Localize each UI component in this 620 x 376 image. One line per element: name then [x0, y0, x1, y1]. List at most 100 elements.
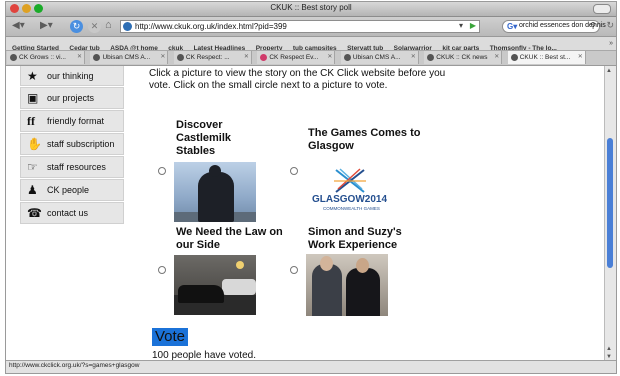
bookmark-item[interactable]: ckuk: [168, 42, 183, 50]
home-icon[interactable]: ⌂: [105, 19, 112, 31]
tab-label: CK Respect: ...: [185, 54, 230, 61]
url-dropdown-icon[interactable]: ▾: [459, 21, 463, 30]
tab-close-icon[interactable]: ✕: [77, 51, 82, 64]
saltire-logo-icon: [334, 168, 366, 193]
logo-subtext: COMMONWEALTH GAMES: [323, 206, 380, 211]
sidebar-item-staff-resources[interactable]: ☞ staff resources: [20, 156, 124, 178]
tab-favicon-icon: [510, 54, 518, 61]
back-arrow-icon[interactable]: ◀▾: [12, 20, 25, 32]
vote-radio-2[interactable]: [290, 167, 298, 175]
bookmark-item[interactable]: Property: [256, 42, 283, 50]
scroll-up-icon[interactable]: ▲: [606, 68, 612, 74]
sidebar-item-staff-subscription[interactable]: ✋ staff subscription: [20, 133, 124, 155]
tab-bar: CK Grows :: vi... ✕ Ubisan CMS A... ✕ CK R…: [6, 51, 616, 66]
browser-tab[interactable]: Ubisan CMS A... ✕: [340, 51, 419, 64]
search-engine-icon[interactable]: G▾: [507, 22, 517, 31]
tab-close-icon[interactable]: ✕: [244, 51, 249, 64]
vote-radio-4[interactable]: [290, 266, 298, 274]
sidebar-item-our-projects[interactable]: ▣ our projects: [20, 87, 124, 109]
vertical-scrollbar[interactable]: ▲ ▲ ▼: [604, 66, 616, 362]
status-bar: http://www.ckclick.org.uk/?s=games+glasg…: [6, 360, 616, 373]
vote-radio-3[interactable]: [158, 266, 166, 274]
bookmark-item[interactable]: kit car parts: [442, 42, 479, 50]
url-text: http://www.ckuk.org.uk/index.html?pid=39…: [135, 22, 287, 31]
tab-close-icon[interactable]: ✕: [494, 51, 499, 64]
title-bar: CKUK :: Best story poll: [6, 2, 616, 17]
reload-icon[interactable]: ↻: [70, 20, 83, 33]
search-bar[interactable]: G▾ orchid essences don dennis ⚲: [502, 20, 606, 33]
telephone-icon: ☎: [27, 206, 42, 220]
tab-favicon-icon: [343, 54, 351, 61]
site-favicon-icon: [123, 22, 132, 31]
sidebar-item-label: contact us: [47, 208, 89, 218]
bookmark-item[interactable]: Latest Headlines: [194, 42, 246, 50]
sidebar-item-label: friendly format: [47, 116, 105, 126]
tab-close-icon[interactable]: ✕: [160, 51, 165, 64]
bookmark-item[interactable]: Cedar tub: [69, 42, 99, 50]
bookmark-item[interactable]: Getting Started: [12, 42, 59, 50]
browser-window: CKUK :: Best story poll ◀▾ ▶▾ ↻ ✕ ⌂ http…: [5, 1, 617, 374]
tab-favicon-icon: [10, 54, 17, 61]
tab-label: CK Respect Ev...: [269, 54, 319, 61]
subscription-hand-icon: ✋: [27, 137, 42, 151]
vote-button[interactable]: Vote: [152, 328, 189, 346]
tab-close-icon[interactable]: ✕: [578, 51, 583, 64]
ff-letters-icon: ff: [27, 114, 35, 128]
browser-tab[interactable]: CK Respect: ... ✕: [173, 51, 252, 64]
tab-label: CKUK :: CK news: [436, 54, 488, 61]
sidebar-item-contact-us[interactable]: ☎ contact us: [20, 202, 124, 224]
window-title: CKUK :: Best story poll: [270, 3, 352, 12]
bookmark-item[interactable]: ASDA @t home: [110, 42, 158, 50]
vote-radio-1[interactable]: [158, 167, 166, 175]
tab-close-icon[interactable]: ✕: [411, 51, 416, 64]
toolbar-toggle-button[interactable]: [593, 4, 611, 14]
tab-favicon-icon: [176, 54, 184, 61]
tab-label: Ubisan CMS A...: [102, 54, 151, 61]
scroll-up-icon[interactable]: ▲: [606, 346, 612, 352]
forward-arrow-icon[interactable]: ▶▾: [40, 20, 53, 32]
sidebar-item-friendly-format[interactable]: ff friendly format: [20, 110, 124, 132]
sidebar-item-label: our thinking: [47, 71, 94, 81]
browser-tab[interactable]: CK Grows :: vi... ✕: [7, 51, 85, 64]
sidebar-nav: ★ our thinking ▣ our projects ff friendl…: [20, 66, 124, 225]
tab-favicon-icon: [260, 54, 268, 61]
browser-tab[interactable]: CK Respect Ev... ✕: [257, 51, 336, 64]
story-picture-2[interactable]: GLASGOW2014 COMMONWEALTH GAMES: [306, 168, 392, 218]
browser-tab[interactable]: CKUK :: CK news ✕: [424, 51, 503, 64]
browser-tab-active[interactable]: CKUK :: Best st... ✕: [507, 51, 586, 64]
tab-favicon-icon: [93, 54, 101, 61]
story-title-1: Discover Castlemilk Stables: [176, 119, 232, 157]
tab-favicon-icon: [427, 54, 435, 61]
sidebar-item-label: our projects: [47, 93, 95, 103]
bookmarks-bar: Getting Started Cedar tub ASDA @t home c…: [6, 37, 616, 51]
story-picture-4[interactable]: [306, 254, 388, 316]
story-title-4: Simon and Suzy's Work Experience: [308, 226, 402, 251]
story-picture-1[interactable]: [174, 162, 256, 222]
sidebar-item-our-thinking[interactable]: ★ our thinking: [20, 66, 124, 86]
toolbar-extra-icon[interactable]: ↻: [606, 20, 614, 31]
browser-tab[interactable]: Ubisan CMS A... ✕: [90, 51, 169, 64]
page-content: ★ our thinking ▣ our projects ff friendl…: [6, 66, 606, 362]
intro-text: Click a picture to view the story on the…: [149, 68, 446, 91]
scrollbar-thumb[interactable]: [607, 138, 613, 268]
address-bar[interactable]: http://www.ckuk.org.uk/index.html?pid=39…: [120, 20, 480, 33]
story-title-3: We Need the Law on our Side: [176, 226, 283, 251]
tab-label: CK Grows :: vi...: [19, 54, 66, 61]
go-arrow-icon[interactable]: ▶: [470, 21, 476, 30]
stop-icon[interactable]: ✕: [88, 20, 101, 33]
bookmarks-overflow-icon[interactable]: »: [609, 37, 613, 50]
bookmark-item[interactable]: Solarwarrior: [394, 42, 432, 50]
navigation-toolbar: ◀▾ ▶▾ ↻ ✕ ⌂ http://www.ckuk.org.uk/index…: [6, 17, 616, 37]
story-picture-3[interactable]: [174, 255, 256, 315]
people-icon: ♟: [27, 183, 38, 197]
bookmark-item[interactable]: Stervatt tub: [347, 42, 383, 50]
search-icon[interactable]: ⚲: [590, 21, 596, 30]
projector-icon: ▣: [27, 91, 39, 105]
sidebar-item-ck-people[interactable]: ♟ CK people: [20, 179, 124, 201]
tab-label: CKUK :: Best st...: [519, 54, 571, 61]
sidebar-item-label: CK people: [47, 185, 90, 195]
bookmark-item[interactable]: tub campsites: [293, 42, 337, 50]
bookmark-item[interactable]: Thomsonfly - The lo...: [490, 42, 557, 50]
status-text: http://www.ckclick.org.uk/?s=games+glasg…: [9, 362, 140, 369]
tab-close-icon[interactable]: ✕: [327, 51, 332, 64]
